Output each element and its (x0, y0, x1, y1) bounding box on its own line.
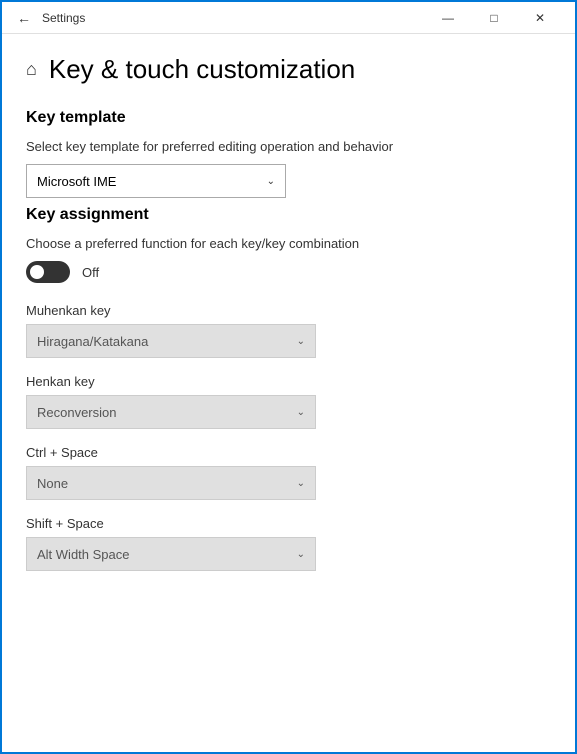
ctrl-space-arrow: ⌄ (297, 478, 305, 489)
key-assignment-description: Choose a preferred function for each key… (26, 236, 551, 251)
ctrl-space-value: None (37, 476, 68, 491)
ctrl-space-row: Ctrl + Space None ⌄ (26, 445, 551, 500)
page-header: ⌂ Key & touch customization (26, 54, 551, 85)
key-template-dropdown[interactable]: Microsoft IME ⌄ (26, 164, 286, 198)
muhenkan-key-dropdown[interactable]: Hiragana/Katakana ⌄ (26, 324, 316, 358)
henkan-key-label: Henkan key (26, 374, 551, 389)
henkan-key-arrow: ⌄ (297, 407, 305, 418)
ctrl-space-dropdown[interactable]: None ⌄ (26, 466, 316, 500)
shift-space-arrow: ⌄ (297, 549, 305, 560)
key-assignment-toggle[interactable] (26, 261, 70, 283)
window-title: Settings (42, 11, 425, 25)
key-template-arrow: ⌄ (267, 176, 275, 187)
ctrl-space-label: Ctrl + Space (26, 445, 551, 460)
shift-space-dropdown[interactable]: Alt Width Space ⌄ (26, 537, 316, 571)
toggle-label: Off (82, 265, 99, 280)
window-controls: — □ ✕ (425, 2, 563, 34)
main-content: ⌂ Key & touch customization Key template… (2, 34, 575, 752)
henkan-key-value: Reconversion (37, 405, 117, 420)
henkan-key-row: Henkan key Reconversion ⌄ (26, 374, 551, 429)
henkan-key-dropdown[interactable]: Reconversion ⌄ (26, 395, 316, 429)
muhenkan-key-arrow: ⌄ (297, 336, 305, 347)
back-button[interactable]: ← (14, 8, 34, 28)
shift-space-label: Shift + Space (26, 516, 551, 531)
title-bar: ← Settings — □ ✕ (2, 2, 575, 34)
settings-window: ← Settings — □ ✕ ⌂ Key & touch customiza… (0, 0, 577, 754)
maximize-button[interactable]: □ (471, 2, 517, 34)
muhenkan-key-row: Muhenkan key Hiragana/Katakana ⌄ (26, 303, 551, 358)
key-template-description: Select key template for preferred editin… (26, 139, 551, 154)
key-template-section: Key template Select key template for pre… (26, 109, 551, 198)
shift-space-row: Shift + Space Alt Width Space ⌄ (26, 516, 551, 571)
back-icon: ← (17, 10, 31, 26)
page-title: Key & touch customization (49, 54, 355, 85)
home-icon[interactable]: ⌂ (26, 59, 37, 80)
key-assignment-section: Key assignment Choose a preferred functi… (26, 206, 551, 571)
key-template-selected: Microsoft IME (37, 174, 116, 189)
muhenkan-key-label: Muhenkan key (26, 303, 551, 318)
toggle-row: Off (26, 261, 551, 283)
close-button[interactable]: ✕ (517, 2, 563, 34)
toggle-thumb (28, 263, 46, 281)
key-assignment-heading: Key assignment (26, 206, 551, 224)
muhenkan-key-value: Hiragana/Katakana (37, 334, 148, 349)
shift-space-value: Alt Width Space (37, 547, 130, 562)
key-template-heading: Key template (26, 109, 551, 127)
minimize-button[interactable]: — (425, 2, 471, 34)
